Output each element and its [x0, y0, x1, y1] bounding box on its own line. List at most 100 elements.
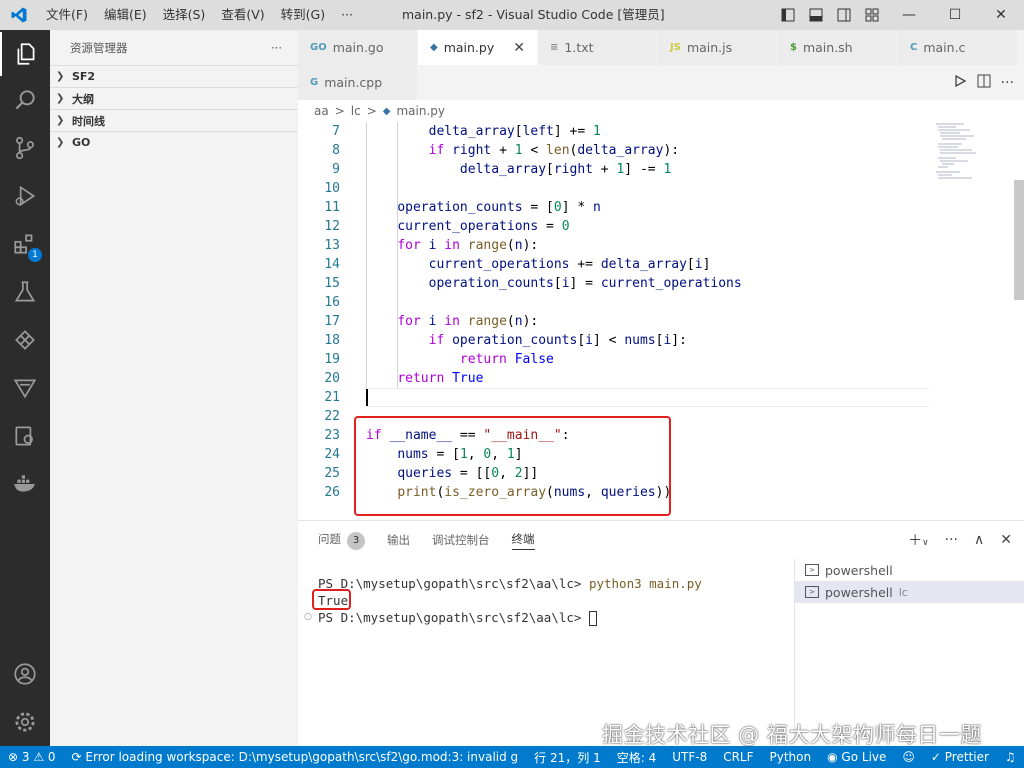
line-code: delta_array[left] += 1: [428, 124, 601, 139]
line-code: return True: [397, 371, 484, 386]
accounts-icon[interactable]: [0, 652, 50, 696]
gitlens-icon[interactable]: [0, 366, 50, 410]
docker-icon[interactable]: [0, 462, 50, 506]
sidebar-more-button[interactable]: ···: [271, 41, 282, 55]
run-file-icon[interactable]: [953, 74, 967, 92]
code-line[interactable]: 13 for i in range(n):: [298, 236, 938, 255]
toggle-secondary-sidebar-icon[interactable]: [830, 0, 858, 30]
breadcrumb-file[interactable]: main.py: [396, 104, 445, 118]
copilot-icon[interactable]: ☺: [894, 750, 923, 764]
line-code: operation_counts = [0] * n: [397, 200, 601, 215]
maximize-button[interactable]: ☐: [932, 0, 978, 30]
breadcrumb-aa[interactable]: aa: [314, 104, 329, 118]
run-debug-icon[interactable]: [0, 174, 50, 218]
chevron-right-icon: ❯: [56, 115, 65, 126]
search-icon[interactable]: [0, 78, 50, 122]
c-file-icon: C: [910, 42, 918, 53]
prettier-status[interactable]: ✓ Prettier: [923, 750, 997, 764]
indentation-status[interactable]: 空格: 4: [609, 749, 665, 766]
tab-main-c[interactable]: Cmain.c: [898, 30, 1018, 65]
maximize-panel-icon[interactable]: ∧: [974, 532, 984, 548]
tab-1-txt[interactable]: ≡ 1.txt: [538, 30, 658, 65]
sync-icon: ⟳: [71, 750, 86, 764]
menu-bar: 文件(F) 编辑(E) 选择(S) 查看(V) 转到(G) ···: [38, 0, 361, 30]
menu-more[interactable]: ···: [333, 0, 361, 30]
menu-file[interactable]: 文件(F): [38, 0, 96, 30]
code-line[interactable]: 14 current_operations += delta_array[i]: [298, 255, 938, 274]
menu-view[interactable]: 查看(V): [213, 0, 272, 30]
chevron-right-icon: ❯: [56, 71, 65, 82]
go-live-status[interactable]: ◉ Go Live: [819, 750, 894, 764]
code-line[interactable]: 18 if operation_counts[i] < nums[i]:: [298, 331, 938, 350]
menu-goto[interactable]: 转到(G): [273, 0, 333, 30]
terminal-item-powershell[interactable]: > powershell: [795, 559, 1024, 581]
tab-main-js[interactable]: JS main.js: [658, 30, 778, 65]
menu-edit[interactable]: 编辑(E): [96, 0, 155, 30]
line-number: 18: [324, 333, 340, 348]
tab-terminal[interactable]: 终端: [511, 531, 535, 550]
encoding-status[interactable]: UTF-8: [664, 750, 715, 764]
accounts-status-icon[interactable]: ♫: [997, 750, 1024, 764]
code-line[interactable]: 8 if right + 1 < len(delta_array):: [298, 141, 938, 160]
split-editor-icon[interactable]: [977, 74, 991, 92]
menu-selection[interactable]: 选择(S): [155, 0, 214, 30]
terminal-item-powershell-lc[interactable]: > powershell lc: [795, 581, 1024, 603]
terminal-line: PS D:\mysetup\gopath\src\sf2\aa\lc> pyth…: [318, 576, 702, 591]
code-line[interactable]: 12 current_operations = 0: [298, 217, 938, 236]
source-control-icon[interactable]: [0, 126, 50, 170]
toggle-sidebar-icon[interactable]: [774, 0, 802, 30]
section-timeline[interactable]: ❯ 时间线: [50, 109, 298, 131]
breadcrumb-lc[interactable]: lc: [351, 104, 361, 118]
customize-layout-icon[interactable]: [858, 0, 886, 30]
close-panel-icon[interactable]: ✕: [1000, 532, 1012, 548]
code-line[interactable]: 15 operation_counts[i] = current_operati…: [298, 274, 938, 293]
code-line[interactable]: 17 for i in range(n):: [298, 312, 938, 331]
chevron-right-icon: ❯: [56, 137, 65, 148]
panel-more-icon[interactable]: ···: [945, 532, 958, 548]
code-line[interactable]: 21: [298, 388, 938, 407]
editor-tabs: GO main.go ◆ main.py ✕ ≡ 1.txt JS main.js $ ma…: [298, 30, 1024, 65]
tab-problems[interactable]: 问题 3: [318, 531, 365, 550]
remote-explorer-icon[interactable]: [0, 414, 50, 458]
tab-main-go[interactable]: GO main.go: [298, 30, 418, 65]
problems-status[interactable]: ⊗ 3 ⚠ 0: [0, 750, 64, 764]
minimap[interactable]: [934, 122, 1004, 182]
section-sf2[interactable]: ❯ SF2: [50, 65, 298, 87]
close-tab-icon[interactable]: ✕: [513, 40, 525, 56]
code-line[interactable]: 7 delta_array[left] += 1: [298, 122, 938, 141]
code-line[interactable]: 16: [298, 293, 938, 312]
workspace-error-status[interactable]: ⟳ Error loading workspace: D:\mysetup\go…: [64, 750, 527, 764]
testing-icon[interactable]: [0, 270, 50, 314]
language-mode-status[interactable]: Python: [762, 750, 820, 764]
extensions-icon[interactable]: 1: [0, 222, 50, 266]
code-line[interactable]: 10: [298, 179, 938, 198]
editor-scrollbar[interactable]: [1014, 180, 1024, 300]
line-number: 22: [324, 409, 340, 424]
check-icon: ✓: [930, 750, 945, 764]
more-actions-icon[interactable]: ···: [1001, 75, 1014, 91]
code-line[interactable]: 20 return True: [298, 369, 938, 388]
tab-main-cpp[interactable]: Gmain.cpp: [298, 65, 418, 100]
bottom-panel: 问题 3 输出 调试控制台 终端 ＋∨ ··· ∧ ✕ PS D:\mysetup…: [298, 520, 1024, 747]
section-outline[interactable]: ❯ 大纲: [50, 87, 298, 109]
section-go[interactable]: ❯ GO: [50, 131, 298, 153]
minimize-button[interactable]: —: [886, 0, 932, 30]
tab-debug-console[interactable]: 调试控制台: [432, 532, 490, 548]
tab-output[interactable]: 输出: [387, 532, 410, 548]
explorer-icon[interactable]: [0, 32, 50, 76]
tab-main-sh[interactable]: $ main.sh: [778, 30, 898, 65]
new-terminal-icon[interactable]: ＋∨: [908, 530, 929, 550]
close-window-button[interactable]: ✕: [978, 0, 1024, 30]
code-line[interactable]: 9 delta_array[right + 1] -= 1: [298, 160, 938, 179]
manage-gear-icon[interactable]: [0, 700, 50, 744]
eol-status[interactable]: CRLF: [715, 750, 761, 764]
git-graph-icon[interactable]: [0, 318, 50, 362]
line-number: 11: [324, 200, 340, 215]
code-line[interactable]: 11 operation_counts = [0] * n: [298, 198, 938, 217]
toggle-panel-icon[interactable]: [802, 0, 830, 30]
code-editor[interactable]: 7 delta_array[left] += 18 if right + 1 <…: [298, 122, 1024, 520]
code-line[interactable]: 19 return False: [298, 350, 938, 369]
cursor-position-status[interactable]: 行 21，列 1: [526, 749, 609, 766]
tab-main-py[interactable]: ◆ main.py ✕: [418, 30, 538, 65]
command-decoration-icon[interactable]: ○: [304, 612, 312, 622]
